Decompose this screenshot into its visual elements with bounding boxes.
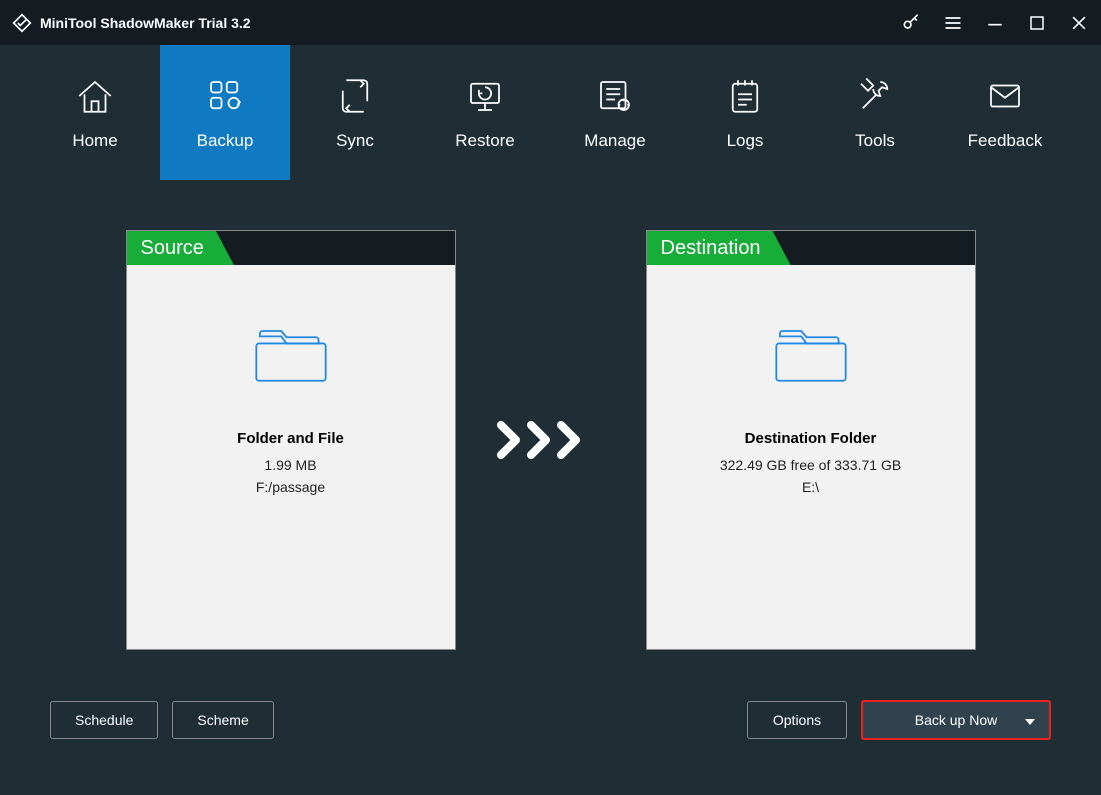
- folder-icon: [771, 320, 851, 390]
- minimize-icon[interactable]: [985, 13, 1005, 33]
- menu-icon[interactable]: [943, 13, 963, 33]
- source-path: F:/passage: [256, 479, 325, 495]
- schedule-button[interactable]: Schedule: [50, 701, 158, 739]
- backup-icon: [204, 75, 246, 117]
- source-size: 1.99 MB: [264, 457, 316, 473]
- nav-home[interactable]: Home: [30, 45, 160, 180]
- nav-label: Manage: [584, 131, 645, 151]
- window-controls: [901, 13, 1089, 33]
- close-icon[interactable]: [1069, 13, 1089, 33]
- nav-manage[interactable]: Manage: [550, 45, 680, 180]
- source-title: Folder and File: [237, 430, 344, 447]
- destination-body: Destination Folder 322.49 GB free of 333…: [647, 265, 975, 501]
- options-button[interactable]: Options: [747, 701, 847, 739]
- app-logo: MiniTool ShadowMaker Trial 3.2: [12, 13, 251, 33]
- destination-title: Destination Folder: [745, 430, 877, 447]
- manage-icon: [594, 75, 636, 117]
- nav-label: Tools: [855, 131, 895, 151]
- restore-icon: [464, 75, 506, 117]
- footer-actions: Schedule Scheme Options Back up Now: [0, 700, 1101, 740]
- destination-path: E:\: [802, 479, 819, 495]
- backup-now-button[interactable]: Back up Now: [861, 700, 1051, 740]
- key-icon[interactable]: [901, 13, 921, 33]
- destination-header: Destination: [647, 231, 975, 265]
- destination-panel[interactable]: Destination Destination Folder 322.49 GB…: [646, 230, 976, 650]
- main-nav: Home Backup Sync Restore Manage Logs Too…: [0, 45, 1101, 180]
- home-icon: [74, 75, 116, 117]
- logs-icon: [724, 75, 766, 117]
- nav-feedback[interactable]: Feedback: [940, 45, 1070, 180]
- feedback-icon: [984, 75, 1026, 117]
- scheme-button[interactable]: Scheme: [172, 701, 273, 739]
- tools-icon: [854, 75, 896, 117]
- nav-logs[interactable]: Logs: [680, 45, 810, 180]
- title-bar: MiniTool ShadowMaker Trial 3.2: [0, 0, 1101, 45]
- source-tab: Source: [127, 231, 234, 265]
- nav-label: Backup: [197, 131, 254, 151]
- source-body: Folder and File 1.99 MB F:/passage: [127, 265, 455, 501]
- folder-icon: [251, 320, 331, 390]
- nav-label: Logs: [727, 131, 764, 151]
- nav-tools[interactable]: Tools: [810, 45, 940, 180]
- nav-restore[interactable]: Restore: [420, 45, 550, 180]
- source-panel[interactable]: Source Folder and File 1.99 MB F:/passag…: [126, 230, 456, 650]
- nav-label: Restore: [455, 131, 515, 151]
- backup-now-label: Back up Now: [915, 712, 997, 728]
- nav-label: Home: [72, 131, 117, 151]
- sync-icon: [334, 75, 376, 117]
- source-header: Source: [127, 231, 455, 265]
- main-content: Source Folder and File 1.99 MB F:/passag…: [0, 180, 1101, 670]
- destination-info: 322.49 GB free of 333.71 GB: [720, 457, 901, 473]
- maximize-icon[interactable]: [1027, 13, 1047, 33]
- nav-backup[interactable]: Backup: [160, 45, 290, 180]
- app-logo-icon: [12, 13, 32, 33]
- nav-label: Feedback: [968, 131, 1043, 151]
- nav-sync[interactable]: Sync: [290, 45, 420, 180]
- chevron-down-icon: [1025, 712, 1035, 728]
- nav-label: Sync: [336, 131, 374, 151]
- destination-tab: Destination: [647, 231, 791, 265]
- transfer-arrow-icon: [496, 420, 606, 460]
- app-title: MiniTool ShadowMaker Trial 3.2: [40, 15, 251, 31]
